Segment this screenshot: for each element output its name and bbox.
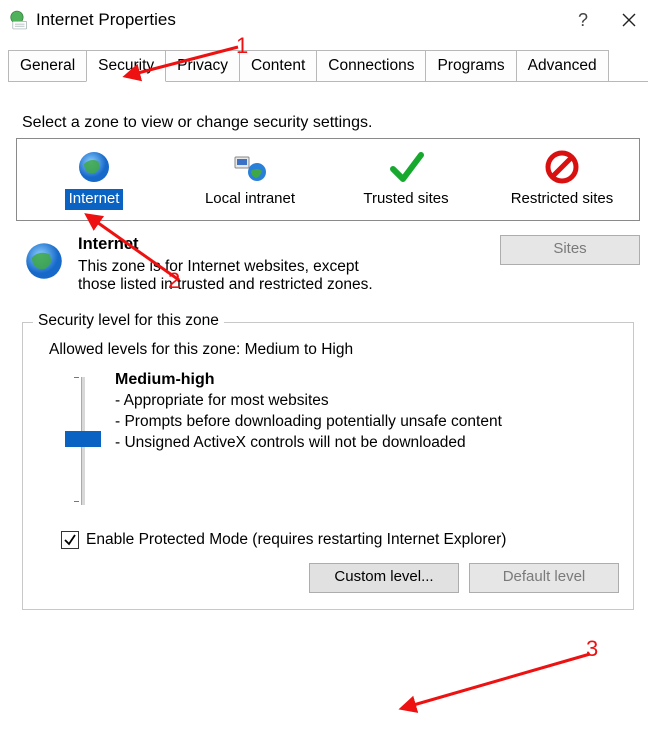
- sites-button[interactable]: Sites: [500, 235, 640, 265]
- zone-restricted-sites[interactable]: Restricted sites: [491, 149, 633, 210]
- globe-icon: [76, 149, 112, 185]
- zone-internet[interactable]: Internet: [23, 149, 165, 210]
- globe-icon: [24, 241, 64, 281]
- zone-detail-desc: This zone is for Internet websites, exce…: [78, 258, 388, 294]
- tab-general[interactable]: General: [8, 50, 87, 81]
- zone-label: Internet: [65, 189, 124, 210]
- zone-detail-title: Internet: [78, 235, 500, 254]
- annotation-arrow-3: [400, 650, 600, 720]
- security-level-slider[interactable]: [59, 373, 107, 513]
- zone-label: Local intranet: [201, 189, 299, 210]
- level-description: Medium-high - Appropriate for most websi…: [115, 369, 502, 513]
- fieldset-legend: Security level for this zone: [33, 312, 224, 330]
- button-label: Sites: [553, 240, 586, 257]
- security-panel: Select a zone to view or change security…: [0, 82, 656, 610]
- tab-label: Privacy: [177, 57, 228, 74]
- titlebar: Internet Properties ?: [0, 0, 656, 40]
- tab-label: Content: [251, 57, 305, 74]
- level-bullet: - Unsigned ActiveX controls will not be …: [115, 434, 466, 451]
- level-name: Medium-high: [115, 371, 215, 388]
- custom-level-button[interactable]: Custom level...: [309, 563, 459, 593]
- tab-label: Security: [98, 57, 154, 74]
- tab-privacy[interactable]: Privacy: [165, 50, 240, 81]
- tab-label: Connections: [328, 57, 414, 74]
- window-title: Internet Properties: [30, 10, 560, 30]
- annotation-number-3: 3: [586, 636, 598, 662]
- tab-label: Programs: [437, 57, 504, 74]
- checkbox-label: Enable Protected Mode (requires restarti…: [86, 531, 506, 549]
- zone-list: Internet Local intranet Trusted sites: [16, 138, 640, 221]
- zone-description: Internet This zone is for Internet websi…: [16, 235, 640, 294]
- lan-globe-icon: [232, 149, 268, 185]
- zone-label: Trusted sites: [359, 189, 452, 210]
- checkbox-icon: [61, 531, 79, 549]
- tab-content[interactable]: Content: [239, 50, 317, 81]
- allowed-levels-text: Allowed levels for this zone: Medium to …: [49, 341, 621, 359]
- tab-connections[interactable]: Connections: [316, 50, 426, 81]
- checkmark-icon: [388, 149, 424, 185]
- tab-security[interactable]: Security: [86, 50, 166, 82]
- zone-local-intranet[interactable]: Local intranet: [179, 149, 321, 210]
- zone-trusted-sites[interactable]: Trusted sites: [335, 149, 477, 210]
- tab-advanced[interactable]: Advanced: [516, 50, 609, 81]
- level-bullet: - Prompts before downloading potentially…: [115, 413, 502, 430]
- prohibited-icon: [544, 149, 580, 185]
- help-button[interactable]: ?: [560, 4, 606, 36]
- tab-programs[interactable]: Programs: [425, 50, 516, 81]
- default-level-button[interactable]: Default level: [469, 563, 619, 593]
- button-label: Default level: [503, 568, 586, 585]
- tab-label: General: [20, 57, 75, 74]
- tab-strip: General Security Privacy Content Connect…: [8, 50, 648, 82]
- zone-prompt: Select a zone to view or change security…: [22, 114, 640, 132]
- protected-mode-checkbox[interactable]: Enable Protected Mode (requires restarti…: [61, 531, 621, 549]
- internet-options-icon: [8, 9, 30, 31]
- button-label: Custom level...: [334, 568, 433, 585]
- zone-label: Restricted sites: [507, 189, 618, 210]
- tab-label: Advanced: [528, 57, 597, 74]
- close-button[interactable]: [606, 4, 652, 36]
- security-level-group: Security level for this zone Allowed lev…: [22, 322, 634, 610]
- level-bullet: - Appropriate for most websites: [115, 392, 329, 409]
